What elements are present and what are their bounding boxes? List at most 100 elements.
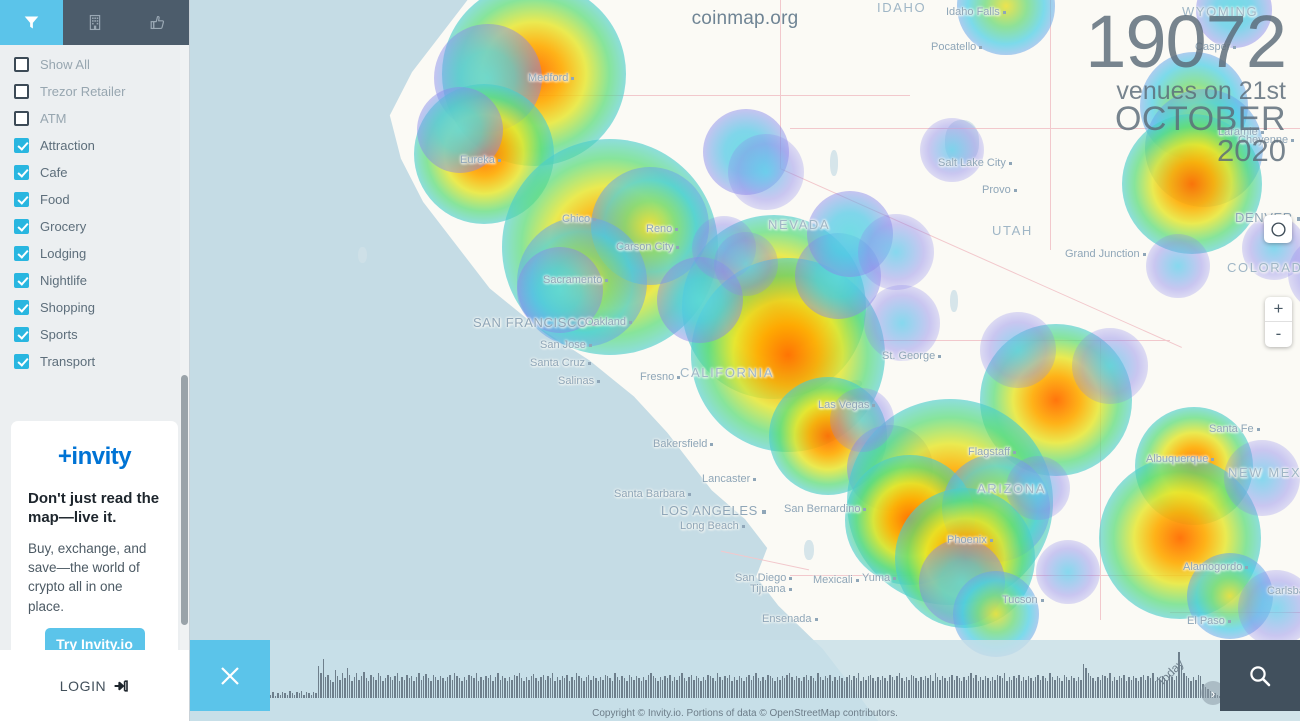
checkbox-icon[interactable]	[14, 273, 29, 288]
timeline-bar-item[interactable]	[870, 675, 872, 698]
timeline-bar-item[interactable]	[599, 677, 602, 698]
timeline-bar-item[interactable]	[1013, 676, 1015, 698]
timeline-bar-item[interactable]	[1156, 677, 1159, 698]
timeline-bar-item[interactable]	[1164, 678, 1166, 698]
timeline-bar-item[interactable]	[743, 680, 745, 698]
timeline-bar-item[interactable]	[324, 677, 327, 698]
timeline-bar-item[interactable]	[977, 680, 980, 698]
timeline-bar-item[interactable]	[504, 678, 506, 698]
timeline-bar-item[interactable]	[590, 679, 592, 698]
filter-row-sports[interactable]: Sports	[0, 321, 189, 348]
timeline-bar-item[interactable]	[965, 679, 968, 698]
timeline-bar-item[interactable]	[1015, 678, 1018, 698]
timeline-bar-item[interactable]	[411, 676, 413, 698]
timeline-bar-item[interactable]	[487, 678, 489, 698]
timeline-bar-item[interactable]	[1144, 679, 1147, 698]
timeline-bar-item[interactable]	[764, 679, 767, 698]
timeline-bar-item[interactable]	[767, 675, 769, 698]
timeline-bar-item[interactable]	[917, 680, 920, 698]
timeline-bar-item[interactable]	[444, 680, 446, 698]
timeline-bar-item[interactable]	[525, 677, 528, 698]
timeline-bar-item[interactable]	[901, 678, 903, 698]
timeline-bar-item[interactable]	[860, 680, 862, 698]
timeline-bar-item[interactable]	[731, 680, 733, 698]
timeline-bar-item[interactable]	[427, 678, 430, 698]
timeline-bar-item[interactable]	[1137, 680, 1140, 698]
timeline-bar-item[interactable]	[370, 675, 372, 698]
timeline-bar-item[interactable]	[939, 679, 941, 698]
timeline-bar-item[interactable]	[702, 677, 705, 698]
timeline-bar-item[interactable]	[521, 678, 523, 698]
timeline-bar-item[interactable]	[697, 678, 700, 698]
checkbox-icon[interactable]	[14, 327, 29, 342]
timeline-bar-item[interactable]	[365, 678, 368, 698]
timeline-bar-item[interactable]	[884, 678, 886, 698]
timeline-bar-item[interactable]	[270, 694, 272, 698]
timeline-bar-item[interactable]	[511, 679, 513, 698]
timeline-bar-item[interactable]	[630, 677, 633, 698]
timeline-bar-item[interactable]	[666, 678, 669, 698]
timeline-bar-item[interactable]	[1113, 677, 1116, 698]
timeline-bar-item[interactable]	[633, 679, 635, 698]
timeline-bar-item[interactable]	[975, 675, 977, 698]
timeline-bar-item[interactable]	[865, 679, 867, 698]
timeline-bar-item[interactable]	[578, 676, 580, 698]
timeline-bar-item[interactable]	[929, 675, 932, 698]
timeline-bar-item[interactable]	[798, 678, 800, 698]
timeline-bar-item[interactable]	[774, 680, 776, 698]
timeline-bar-item[interactable]	[391, 679, 394, 698]
timeline-bar-item[interactable]	[320, 672, 322, 698]
timeline-bar-item[interactable]	[1180, 665, 1183, 698]
timeline-bar-item[interactable]	[1159, 679, 1161, 698]
timeline-bar-item[interactable]	[442, 678, 444, 698]
timeline-bar-item[interactable]	[927, 678, 929, 698]
timeline-bar-item[interactable]	[1087, 672, 1089, 698]
timeline-bar-item[interactable]	[1178, 652, 1180, 698]
timeline-bar-item[interactable]	[485, 676, 487, 698]
timeline-bar-item[interactable]	[1066, 677, 1068, 698]
timeline-bar-item[interactable]	[948, 677, 951, 698]
timeline-bar-item[interactable]	[473, 678, 475, 698]
timeline-bar-item[interactable]	[406, 675, 408, 698]
timeline-bar-item[interactable]	[420, 679, 422, 698]
timeline-bar-item[interactable]	[463, 677, 466, 698]
timeline-bar-item[interactable]	[807, 679, 810, 698]
timeline-bar-item[interactable]	[664, 676, 666, 698]
timeline-bar-item[interactable]	[1051, 677, 1054, 698]
timeline-bar-item[interactable]	[604, 675, 607, 698]
timeline-bar-item[interactable]	[470, 676, 473, 698]
timeline-bar-item[interactable]	[1109, 672, 1111, 698]
timeline-bar-item[interactable]	[815, 680, 817, 698]
timeline-bar-item[interactable]	[1080, 679, 1082, 698]
timeline-bar-item[interactable]	[846, 677, 848, 698]
timeline-bar-item[interactable]	[958, 678, 960, 698]
filter-row-shopping[interactable]: Shopping	[0, 294, 189, 321]
timeline-bar-item[interactable]	[705, 679, 707, 698]
timeline-bar-item[interactable]	[776, 677, 779, 698]
timeline-bar-item[interactable]	[989, 680, 991, 698]
timeline-bar-item[interactable]	[274, 695, 277, 698]
timeline-bar-item[interactable]	[1135, 678, 1137, 698]
timeline-bar-item[interactable]	[518, 672, 521, 698]
timeline-bar-item[interactable]	[458, 678, 461, 698]
timeline-bar-item[interactable]	[301, 691, 303, 698]
timeline-bar-item[interactable]	[315, 693, 317, 698]
timeline-bar-item[interactable]	[568, 680, 571, 698]
invity-ad-card[interactable]: +invity Don't just read the map—live it.…	[11, 421, 178, 673]
filter-row-trezor-retailer[interactable]: Trezor Retailer	[0, 78, 189, 105]
timeline-bar-item[interactable]	[449, 675, 451, 698]
timeline-bar-item[interactable]	[738, 676, 740, 698]
timeline-bar-item[interactable]	[451, 679, 454, 698]
timeline-bar-item[interactable]	[346, 668, 348, 698]
timeline-bar-item[interactable]	[858, 672, 860, 698]
timeline-bar-item[interactable]	[356, 672, 358, 698]
timeline-bar-item[interactable]	[1133, 676, 1135, 698]
timeline-bar-item[interactable]	[1188, 678, 1190, 698]
timeline-bar-item[interactable]	[372, 677, 375, 698]
timeline-bar-item[interactable]	[339, 679, 341, 698]
timeline-bar-item[interactable]	[1011, 679, 1013, 698]
timeline-bar-item[interactable]	[934, 672, 936, 698]
timeline-bar-item[interactable]	[891, 677, 893, 698]
timeline-bar-item[interactable]	[721, 679, 724, 698]
timeline-bar-item[interactable]	[915, 678, 917, 698]
